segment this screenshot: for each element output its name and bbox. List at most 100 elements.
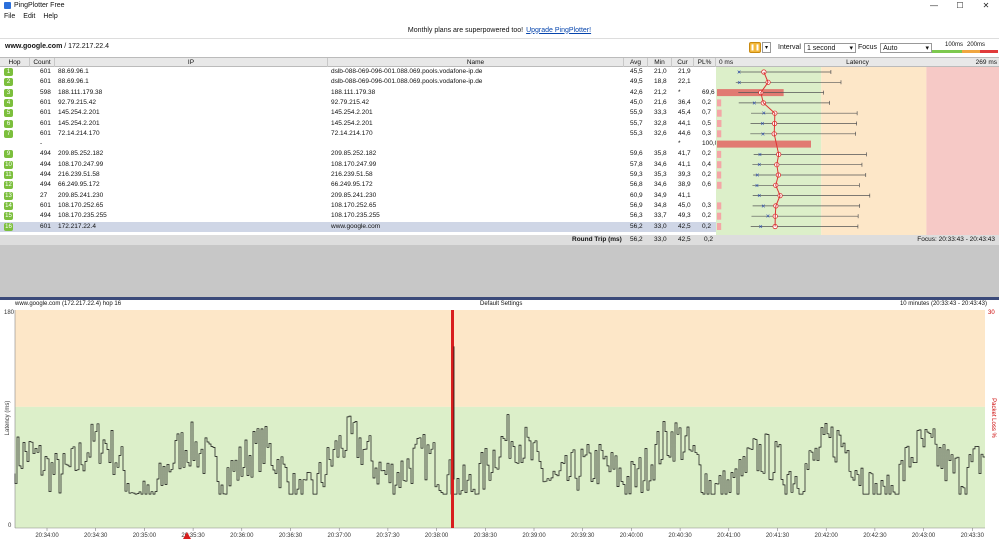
packet-loss-bar [717, 140, 811, 148]
hop-pl: 0,5 [702, 119, 712, 127]
hop-row[interactable]: 12 494 66.249.95.172 66.249.95.172 56,8 34,6 3… [0, 180, 716, 190]
round-trip-row: Round Trip (ms) 56,2 33,0 42,5 0,2 Focus… [0, 235, 999, 245]
upgrade-link[interactable]: Upgrade PingPlotter! [526, 27, 591, 34]
hop-row[interactable]: 4 601 92.79.215.42 92.79.215.42 45,0 21,6 36,4… [0, 98, 716, 108]
hop-avg: 49,5 [630, 78, 643, 86]
hop-row[interactable]: 6 601 145.254.2.201 145.254.2.201 55,7 32,8 44… [0, 119, 716, 129]
hop-row[interactable]: 1 601 88.69.96.1 dslb-088-069-096-001.088.0… [0, 67, 716, 77]
hop-cur: 42,5 [678, 222, 691, 230]
hop-ip: 92.79.215.42 [58, 98, 96, 106]
hop-count: 601 [40, 68, 51, 75]
hop-number-badge: 13 [4, 191, 13, 200]
hop-row[interactable]: 2 601 88.69.96.1 dslb-088-069-096-001.088.0… [0, 77, 716, 87]
hop-cur: 36,4 [678, 98, 691, 106]
time-tick-label: 20:42:30 [863, 533, 887, 539]
hop-min: 32,8 [654, 119, 667, 127]
col-avg[interactable]: Avg [624, 58, 648, 67]
hop-pl: 0,2 [702, 98, 712, 106]
hop-cur: 41,1 [678, 191, 691, 199]
focus-select[interactable]: Auto [880, 42, 933, 54]
hop-number-badge: 2 [4, 78, 13, 87]
close-icon[interactable]: ✕ [973, 0, 999, 11]
hop-name: 209.85.241.230 [331, 191, 377, 199]
trace-controls: ❚❚ ▾ [749, 42, 771, 53]
hop-min: 34,6 [654, 160, 667, 168]
col-pl[interactable]: PL% [694, 58, 716, 67]
hop-row[interactable]: - * 100,0 [0, 139, 718, 149]
packet-loss-bar [717, 150, 722, 158]
scale-red-bar [980, 50, 998, 53]
packet-loss-bar [717, 99, 722, 107]
time-tick-label: 20:34:30 [84, 533, 108, 539]
col-hop[interactable]: Hop [0, 58, 30, 67]
hop-row[interactable]: 5 601 145.254.2.201 145.254.2.201 55,9 33,3 45… [0, 108, 716, 118]
hop-name: dslb-088-069-096-001.088.069.pools.vodaf… [331, 68, 483, 75]
time-tick-label: 20:36:00 [230, 533, 254, 539]
hop-row[interactable]: 16 601 172.217.22.4 www.google.com 56,2 33,0 4… [0, 221, 716, 232]
graph-settings-label[interactable]: Default Settings [480, 300, 522, 308]
hop-min: 34,9 [654, 191, 667, 199]
current-latency-marker: × [761, 203, 765, 210]
hop-avg: 59,6 [630, 150, 643, 158]
packet-loss-bar [717, 202, 722, 210]
menu-help[interactable]: Help [39, 13, 61, 20]
hop-avg: 45,5 [630, 68, 643, 75]
packet-loss-bar [717, 161, 722, 169]
hop-row[interactable]: 3 598 188.111.179.38 188.111.179.38 42,6 21,2… [0, 88, 716, 98]
hop-min: 21,2 [654, 88, 667, 96]
col-min[interactable]: Min [648, 58, 672, 67]
hop-row[interactable]: 15 494 108.170.235.255 108.170.235.255 56,3 3… [0, 211, 716, 221]
hop-cur: 41,1 [678, 160, 691, 168]
hop-cur: 22,1 [678, 78, 691, 86]
hop-ip: 108.170.252.65 [58, 201, 104, 209]
hop-ip: 88.69.96.1 [58, 78, 89, 86]
col-ip[interactable]: IP [55, 58, 328, 67]
packet-loss-bar [717, 223, 722, 230]
hop-name: 145.254.2.201 [331, 109, 373, 117]
empty-table-area [0, 245, 999, 297]
hop-row[interactable]: 14 601 108.170.252.65 108.170.252.65 56,9 34,… [0, 201, 716, 211]
scale-green-bar [932, 50, 962, 53]
pause-trace-button[interactable]: ❚❚ [749, 42, 761, 53]
hop-name: 108.170.252.65 [331, 201, 377, 209]
hop-row[interactable]: 11 494 216.239.51.58 216.239.51.58 59,3 35,3 3… [0, 170, 716, 180]
trace-grid-header: Hop Count IP Name Avg Min Cur PL% 0 ms L… [0, 57, 999, 67]
col-name[interactable]: Name [328, 58, 624, 67]
hop-name: 92.79.215.42 [331, 98, 369, 106]
time-tick-label: 20:38:00 [425, 533, 449, 539]
latency-start-label: 0 ms [719, 59, 734, 66]
menu-file[interactable]: File [0, 13, 19, 20]
hop-row[interactable]: 13 27 209.85.241.230 209.85.241.230 60,9 34,9… [0, 191, 716, 201]
col-count[interactable]: Count [30, 58, 55, 67]
current-latency-marker: × [758, 152, 762, 159]
round-trip-cur: 42,5 [678, 236, 691, 243]
hop-row[interactable]: 9 494 209.85.252.182 209.85.252.182 59,6 35,8… [0, 149, 716, 159]
hop-count: 601 [40, 109, 51, 117]
hop-number-badge: 5 [4, 109, 13, 118]
hop-cur: 45,4 [678, 109, 691, 117]
interval-select[interactable]: 1 second [803, 42, 856, 54]
col-latency[interactable]: 0 ms Latency 269 ms [716, 58, 999, 67]
hop-avg: 42,6 [630, 88, 643, 96]
col-cur[interactable]: Cur [672, 58, 694, 67]
window-controls: — ☐ ✕ [921, 0, 999, 11]
hop-cur: 21,9 [678, 68, 691, 75]
maximize-icon[interactable]: ☐ [947, 0, 973, 11]
hop-name: 216.239.51.58 [331, 171, 373, 178]
hop-row[interactable]: 10 494 108.170.247.99 108.170.247.99 57,8 34,… [0, 160, 716, 170]
timeline-chart[interactable]: 180 0 30 Latency (ms) Packet Loss % 20:34:00 2… [0, 308, 999, 542]
hop-cur: * [678, 88, 681, 96]
hop-avg: 57,8 [630, 160, 643, 168]
latency-title: Latency [846, 59, 869, 66]
trace-dropdown-button[interactable]: ▾ [762, 42, 771, 53]
y-right-max-label: 30 [988, 310, 995, 316]
hop-number-badge: 7 [4, 129, 13, 138]
hop-pl: 0,2 [702, 212, 712, 220]
hop-cur: 45,0 [678, 201, 691, 209]
menu-edit[interactable]: Edit [19, 13, 39, 20]
hop-avg: 55,9 [630, 109, 643, 117]
minimize-icon[interactable]: — [921, 0, 947, 11]
hop-min: 21,0 [654, 68, 667, 75]
hop-ip: 108.170.247.99 [58, 160, 104, 168]
hop-row[interactable]: 7 601 72.14.214.170 72.14.214.170 55,3 32,6 44… [0, 129, 716, 139]
